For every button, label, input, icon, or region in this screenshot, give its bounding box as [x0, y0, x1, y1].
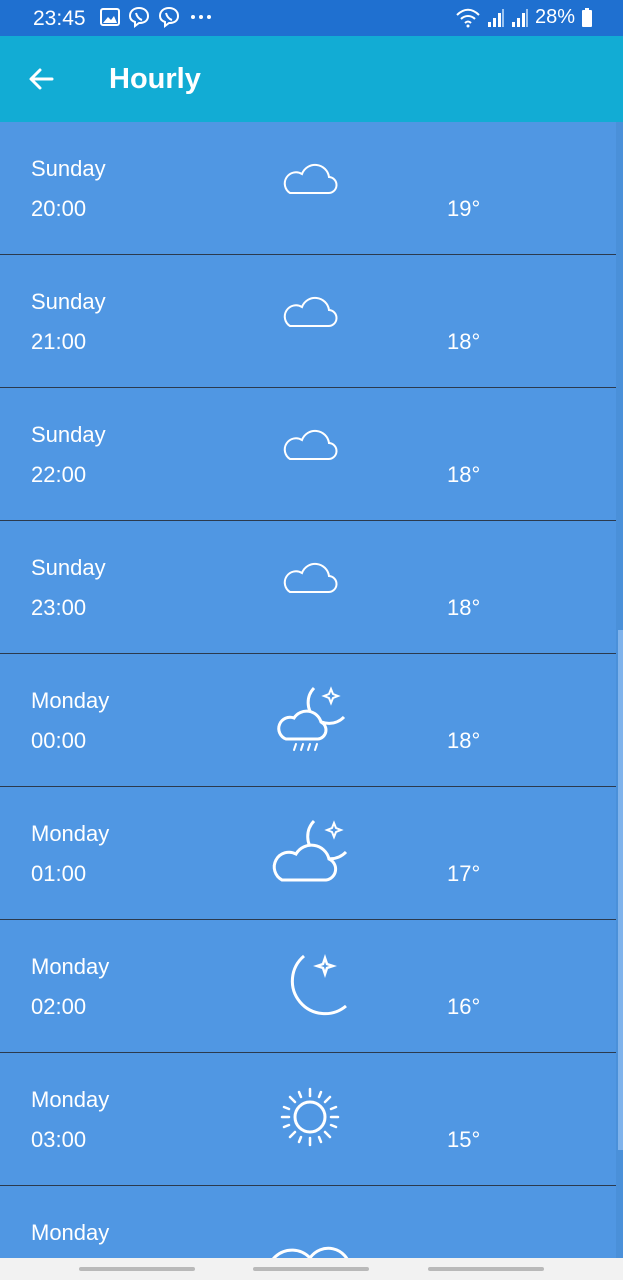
- night-rain-icon: [277, 686, 346, 751]
- row-temp: 19°: [447, 196, 481, 221]
- row-day: Monday: [31, 688, 110, 713]
- row-time: 02:00: [31, 994, 87, 1019]
- row-time: 03:00: [31, 1127, 87, 1152]
- hourly-list[interactable]: Sunday 20:00 19° Sunday 21:00 18° Sunday…: [0, 122, 616, 1258]
- row-temp: 18°: [447, 462, 481, 487]
- row-time: 00:00: [31, 728, 87, 753]
- row-temp: 18°: [447, 728, 481, 753]
- cloud-icon: [283, 163, 338, 194]
- battery-percentage: 28%: [534, 6, 575, 28]
- row-time: 20:00: [31, 196, 87, 221]
- row-day: Monday: [31, 954, 110, 979]
- back-arrow-icon: [29, 68, 54, 90]
- row-day: Monday: [31, 1087, 110, 1112]
- row-day: Sunday: [31, 555, 106, 580]
- back-button[interactable]: [26, 63, 58, 95]
- hour-row[interactable]: Monday 02:00 16°: [0, 920, 616, 1053]
- cloud-icon: [283, 562, 338, 593]
- row-time: 22:00: [31, 462, 87, 487]
- wifi-icon: [456, 8, 480, 27]
- row-day: Monday: [31, 821, 110, 846]
- cloudy-icon: [272, 1246, 349, 1258]
- hour-row[interactable]: Monday 01:00 17°: [0, 787, 616, 920]
- back-nav-button[interactable]: [428, 1267, 544, 1271]
- sun-icon: [280, 1087, 340, 1147]
- scrollbar-thumb[interactable]: [618, 630, 623, 1150]
- night-partly-cloudy-icon: [272, 819, 348, 882]
- row-day: Monday: [31, 1220, 110, 1245]
- row-temp: 16°: [447, 994, 481, 1019]
- row-day: Sunday: [31, 289, 106, 314]
- navigation-bar: [0, 1258, 623, 1280]
- signal-icon: [511, 8, 528, 27]
- row-temp: 17°: [447, 861, 481, 886]
- moon-icon: [290, 954, 347, 1016]
- status-icons-left: [100, 6, 214, 28]
- cloud-icon: [283, 429, 338, 460]
- status-time: 23:45: [33, 7, 86, 30]
- row-time: 23:00: [31, 595, 87, 620]
- recent-apps-button[interactable]: [79, 1267, 195, 1271]
- hour-row[interactable]: Monday: [0, 1186, 616, 1258]
- hour-row[interactable]: Monday 03:00 15°: [0, 1053, 616, 1186]
- hour-row[interactable]: Sunday 21:00 18°: [0, 255, 616, 388]
- page-title: Hourly: [109, 63, 201, 95]
- signal-icon: [487, 8, 504, 27]
- hour-row[interactable]: Sunday 23:00 18°: [0, 521, 616, 654]
- status-icons-right: 28%: [455, 6, 593, 29]
- row-temp: 15°: [447, 1127, 481, 1152]
- gallery-icon: [100, 8, 120, 26]
- row-day: Sunday: [31, 422, 106, 447]
- row-day: Sunday: [31, 156, 106, 181]
- app-bar: Hourly: [0, 36, 623, 122]
- row-time: 01:00: [31, 861, 87, 886]
- battery-icon: [582, 7, 592, 27]
- cloud-icon: [283, 296, 338, 327]
- row-temp: 18°: [447, 329, 481, 354]
- viber-icon: [128, 6, 150, 28]
- viber-icon: [158, 6, 180, 28]
- more-icon: [191, 15, 211, 19]
- hour-row[interactable]: Monday 00:00 18°: [0, 654, 616, 787]
- home-button[interactable]: [253, 1267, 369, 1271]
- hour-row[interactable]: Sunday 20:00 19°: [0, 122, 616, 255]
- row-time: 21:00: [31, 329, 87, 354]
- row-temp: 18°: [447, 595, 481, 620]
- hour-row[interactable]: Sunday 22:00 18°: [0, 388, 616, 521]
- status-bar: 23:45 28%: [0, 0, 623, 36]
